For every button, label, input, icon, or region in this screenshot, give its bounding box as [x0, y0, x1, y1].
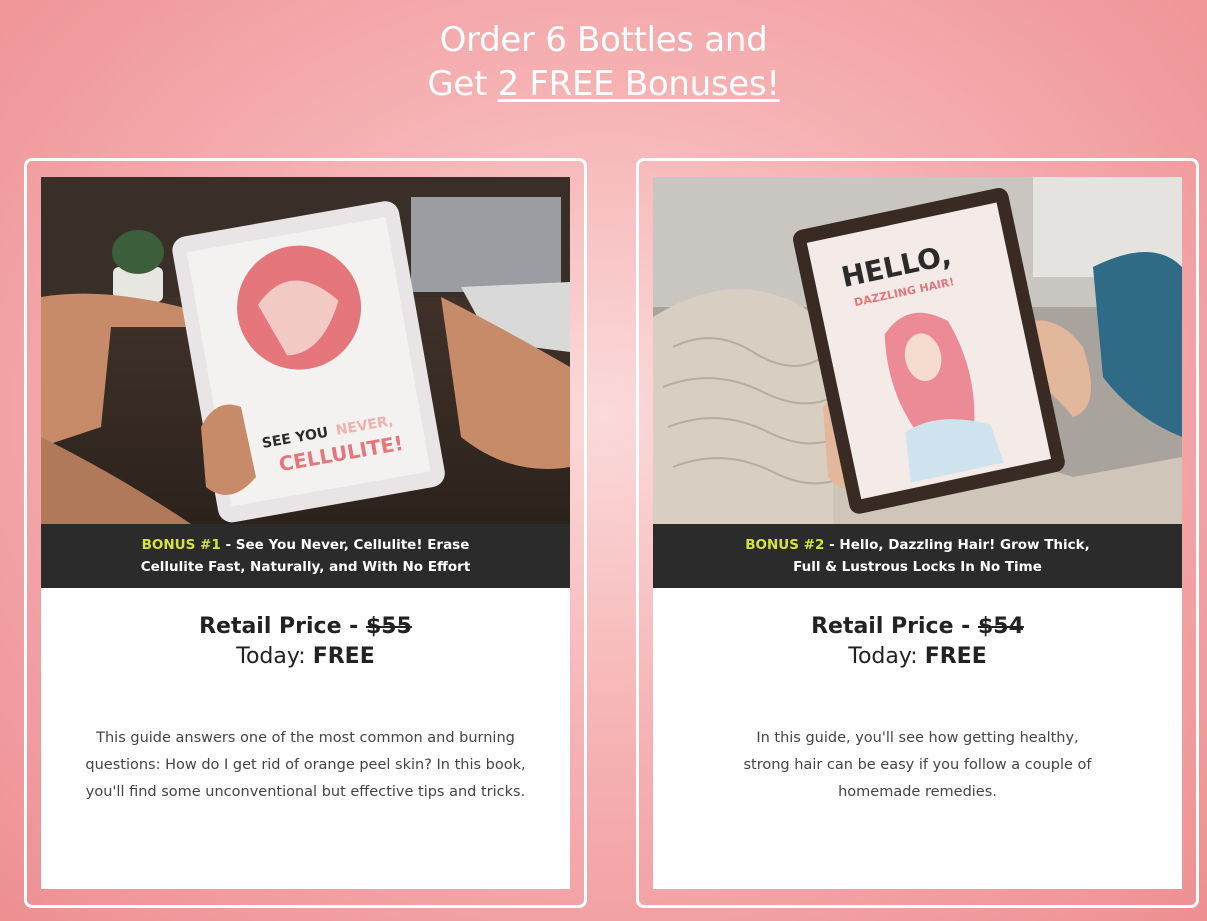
bonus-2-today-value: FREE: [924, 644, 987, 669]
bonus-1-price-block: Retail Price - $55 Today: FREE: [41, 612, 570, 672]
bonus-1-description: This guide answers one of the most commo…: [85, 730, 526, 800]
bonus-2-caption: BONUS #2 - Hello, Dazzling Hair! Grow Th…: [653, 524, 1182, 588]
bonus-2-tag: BONUS #2: [745, 537, 825, 553]
bonus-1-caption: BONUS #1 - See You Never, Cellulite! Era…: [41, 524, 570, 588]
bonus-2-today-label: Today:: [848, 644, 925, 669]
bonus-card-2: HELLO, DAZZLING HAIR! BONUS #2 - Hello, …: [636, 158, 1199, 908]
bonus-2-caption-line1: - Hello, Dazzling Hair! Grow Thick,: [824, 537, 1090, 553]
offer-headline: Order 6 Bottles and Get 2 FREE Bonuses!: [0, 18, 1207, 106]
bonus-1-today-price: Today: FREE: [41, 642, 570, 672]
bonus-2-photo: HELLO, DAZZLING HAIR!: [653, 177, 1182, 524]
bonus-2-description: In this guide, you'll see how getting he…: [743, 730, 1092, 800]
bonus-1-caption-line1: - See You Never, Cellulite! Erase: [220, 537, 470, 553]
bonus-1-today-value: FREE: [312, 644, 375, 669]
bonus-1-retail-price: Retail Price - $55: [41, 612, 570, 642]
headline-line-2: Get 2 FREE Bonuses!: [0, 62, 1207, 106]
bonus-1-today-label: Today:: [236, 644, 313, 669]
headline-prefix: Get: [427, 64, 498, 104]
bonus-2-price-label: Retail Price -: [811, 614, 978, 639]
bonus-2-retail-value: $54: [977, 614, 1024, 639]
bonus-1-tag: BONUS #1: [141, 537, 221, 553]
bonus-1-photo: SEE YOU NEVER, CELLULITE!: [41, 177, 570, 524]
headline-bonus-link: 2 FREE Bonuses!: [497, 64, 780, 104]
bonus-2-retail-price: Retail Price - $54: [653, 612, 1182, 642]
bonus-2-caption-line2: Full & Lustrous Locks In No Time: [793, 559, 1042, 575]
bonus-card-2-content: HELLO, DAZZLING HAIR! BONUS #2 - Hello, …: [653, 177, 1182, 889]
bonus-1-caption-line2: Cellulite Fast, Naturally, and With No E…: [140, 559, 471, 575]
bonus-2-price-block: Retail Price - $54 Today: FREE: [653, 612, 1182, 672]
bonus-card-1-content: SEE YOU NEVER, CELLULITE! BONUS #1 - See…: [41, 177, 570, 889]
bonus-1-price-label: Retail Price -: [199, 614, 366, 639]
bonus-2-today-price: Today: FREE: [653, 642, 1182, 672]
bonus-card-1: SEE YOU NEVER, CELLULITE! BONUS #1 - See…: [24, 158, 587, 908]
headline-line-1: Order 6 Bottles and: [439, 20, 768, 60]
bonus-1-retail-value: $55: [365, 614, 412, 639]
